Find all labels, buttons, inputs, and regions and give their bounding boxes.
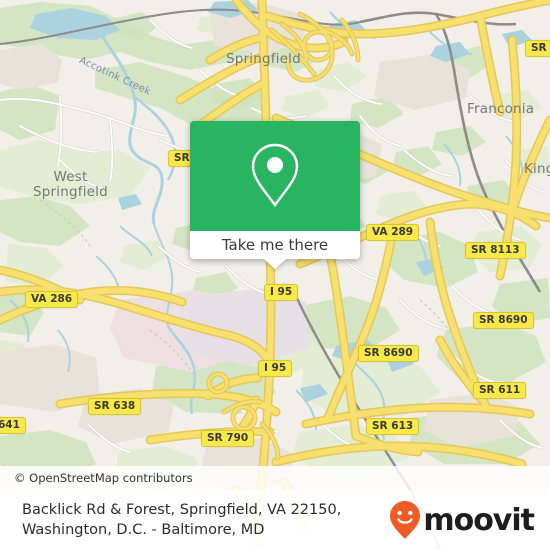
moovit-logo[interactable]: moovit xyxy=(388,500,550,540)
moovit-wordmark: moovit xyxy=(423,502,535,538)
road-shield-va-286[interactable]: VA 286 xyxy=(25,291,79,308)
card-icon-area xyxy=(190,121,360,231)
road-shield-sr-8690-west[interactable]: SR 8690 xyxy=(358,345,419,362)
road-shield-sr-611[interactable]: SR 611 xyxy=(473,382,527,399)
map-label-west-springfield: West Springfield xyxy=(33,169,108,200)
osm-attribution-bar: © OpenStreetMap contributors xyxy=(0,466,550,490)
road-shield-sr-613[interactable]: SR 613 xyxy=(366,418,420,435)
map-label-franconia: Franconia xyxy=(467,101,535,117)
road-shield-sr-790[interactable]: SR 790 xyxy=(201,430,255,447)
address-line-2: Washington, D.C. - Baltimore, MD xyxy=(22,522,265,538)
map-label-kingstowne: King xyxy=(524,161,550,177)
moovit-pin-smiley-icon xyxy=(390,501,421,539)
card-pointer-tail xyxy=(264,259,286,269)
road-shield-sr-641[interactable]: 641 xyxy=(0,417,26,434)
road-shield-sr-top-right[interactable]: SR xyxy=(525,40,550,57)
map-screenshot: .wood{fill:#cfe3bd;opacity:.85} .grass{f… xyxy=(0,0,550,550)
road-shield-va-289[interactable]: VA 289 xyxy=(366,224,420,241)
address-block: Backlick Rd & Forest, Springfield, VA 22… xyxy=(0,500,341,540)
footer-bar: Backlick Rd & Forest, Springfield, VA 22… xyxy=(0,490,550,550)
road-shield-i-95-south[interactable]: I 95 xyxy=(258,360,293,377)
map-pin-icon xyxy=(251,143,299,208)
take-me-there-label: Take me there xyxy=(221,236,329,254)
take-me-there-card[interactable]: Take me there xyxy=(190,121,360,269)
road-shield-sr-8113[interactable]: SR 8113 xyxy=(465,242,526,259)
road-shield-i-95-north[interactable]: I 95 xyxy=(264,284,299,301)
map-label-springfield: Springfield xyxy=(226,51,301,67)
take-me-there-button[interactable]: Take me there xyxy=(190,231,360,269)
road-shield-sr-638[interactable]: SR 638 xyxy=(88,398,142,415)
osm-attribution-text[interactable]: © OpenStreetMap contributors xyxy=(0,471,193,485)
road-shield-sr-8690-east[interactable]: SR 8690 xyxy=(473,312,534,329)
address-line-1: Backlick Rd & Forest, Springfield, VA 22… xyxy=(22,502,342,518)
